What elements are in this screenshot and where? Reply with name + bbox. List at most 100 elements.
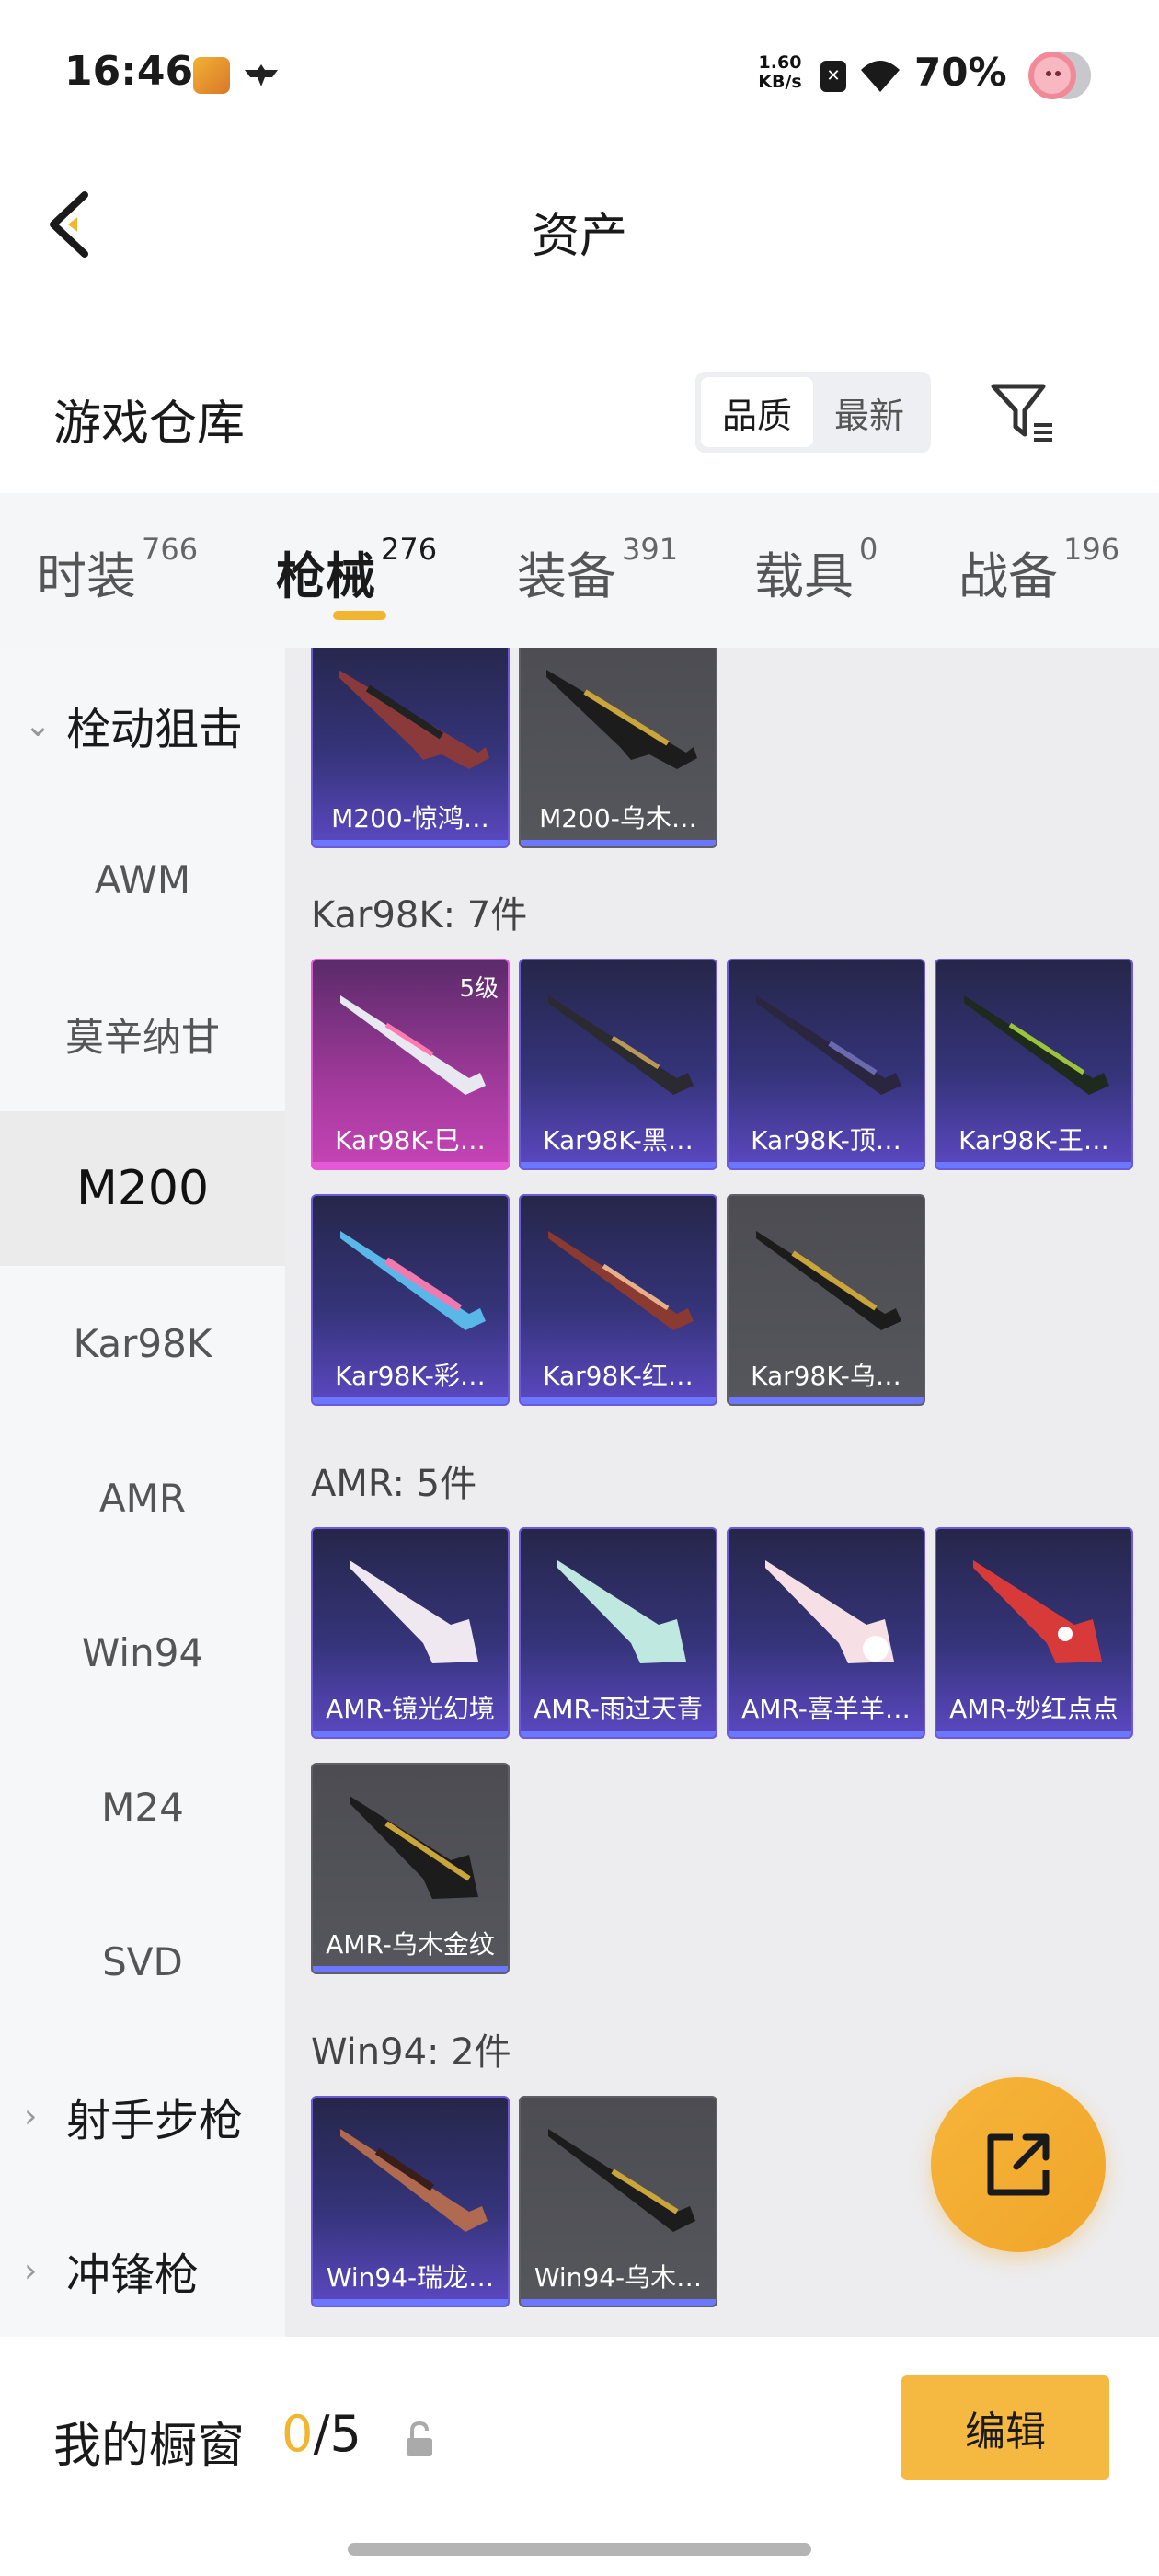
battery-level: 70% xyxy=(914,50,1007,95)
weapon-card[interactable]: M200-惊鸿… xyxy=(311,648,510,848)
weapon-name: Kar98K-黑… xyxy=(543,1125,694,1156)
rifle-icon xyxy=(546,670,697,769)
chevron-right-icon: › xyxy=(24,2251,38,2290)
sidebar-group-label: 冲锋枪 xyxy=(66,2249,200,2301)
chevron-down-icon: ⌄ xyxy=(24,706,52,744)
sort-toggle: 品质 最新 xyxy=(695,372,931,453)
rarity-bar xyxy=(729,1397,924,1404)
sidebar-group-bolt-action[interactable]: ⌄ 栓动狙击 xyxy=(0,648,285,802)
weapon-name: M200-惊鸿… xyxy=(331,803,489,834)
rarity-bar xyxy=(521,1162,716,1168)
page-title: 资产 xyxy=(531,209,627,264)
warehouse-title: 游戏仓库 xyxy=(53,397,246,452)
no-sim-icon: ✕ xyxy=(820,61,846,92)
network-speed-value: 1.60 xyxy=(758,52,802,73)
tab-equipment[interactable]: 装备 391 xyxy=(517,532,678,609)
weapon-name: Kar98K-乌… xyxy=(751,1361,901,1391)
weapon-card[interactable]: Kar98K-王… xyxy=(935,959,1133,1170)
tab-count: 196 xyxy=(1063,532,1120,567)
showcase-panel: 我的橱窗 0/5 编辑 xyxy=(0,2337,1159,2576)
weapon-card[interactable]: AMR-喜羊羊… xyxy=(727,1527,925,1739)
edit-button[interactable]: 编辑 xyxy=(901,2375,1109,2480)
sidebar-item-mosin[interactable]: 莫辛纳甘 xyxy=(0,957,285,1111)
wifi-icon xyxy=(861,61,900,92)
tab-count: 276 xyxy=(381,532,438,567)
rarity-bar xyxy=(313,1162,508,1168)
weapon-name: AMR-镜光幻境 xyxy=(326,1694,495,1724)
tab-count: 766 xyxy=(142,532,199,567)
tab-label: 载具 xyxy=(754,547,854,605)
filter-icon[interactable] xyxy=(988,379,1056,447)
weapon-card[interactable]: Kar98K-红… xyxy=(519,1194,717,1406)
rarity-bar xyxy=(521,1731,716,1737)
rifle-icon xyxy=(548,995,694,1095)
rifle-icon xyxy=(350,1796,478,1899)
tab-label: 枪械 xyxy=(276,547,375,605)
weapon-card[interactable]: AMR-乌木金纹 xyxy=(311,1763,510,1974)
weapon-card[interactable]: AMR-雨过天青 xyxy=(519,1527,717,1739)
section-title-win94: Win94: 2件 xyxy=(311,2031,511,2074)
rarity-bar xyxy=(521,1397,716,1404)
sidebar-item-svd[interactable]: SVD xyxy=(0,1884,285,2039)
rarity-bar xyxy=(521,840,716,846)
showcase-total: /5 xyxy=(313,2405,361,2463)
rarity-bar xyxy=(729,1731,924,1737)
weapon-card[interactable]: Kar98K-顶… xyxy=(727,959,925,1170)
sort-newest-option[interactable]: 最新 xyxy=(813,377,925,447)
tab-count: 0 xyxy=(859,532,878,567)
tab-vehicles[interactable]: 载具 0 xyxy=(754,532,878,609)
weapon-card[interactable]: Win94-瑞龙… xyxy=(311,2096,510,2307)
weapon-name: Kar98K-巳… xyxy=(335,1125,486,1156)
rarity-bar xyxy=(313,1966,508,1972)
share-external-icon xyxy=(987,2133,1050,2196)
network-speed: 1.60 KB/s xyxy=(754,53,806,92)
weapon-name: Kar98K-顶… xyxy=(751,1125,901,1156)
weapon-name: AMR-雨过天青 xyxy=(534,1694,703,1724)
pig-avatar-icon xyxy=(1028,52,1091,99)
tab-fashion[interactable]: 时装 766 xyxy=(37,532,199,609)
sidebar-item-amr[interactable]: AMR xyxy=(0,1420,285,1575)
sidebar-group-marksman[interactable]: › 射手步枪 xyxy=(0,2039,285,2193)
weapon-card[interactable]: AMR-镜光幻境 xyxy=(311,1527,510,1739)
tab-label: 战备 xyxy=(958,547,1058,605)
sort-quality-option[interactable]: 品质 xyxy=(701,377,813,447)
rifle-icon xyxy=(548,2129,695,2232)
rifle-icon xyxy=(557,1560,686,1663)
sidebar-item-kar98k[interactable]: Kar98K xyxy=(0,1266,285,1420)
weapon-name: Win94-瑞龙… xyxy=(326,2262,495,2293)
weapon-card[interactable]: Win94-乌木… xyxy=(519,2096,717,2307)
sidebar-item-win94[interactable]: Win94 xyxy=(0,1575,285,1730)
rarity-bar xyxy=(936,1731,1131,1737)
tab-firearms[interactable]: 枪械 276 xyxy=(276,532,438,609)
weapon-name: Kar98K-红… xyxy=(543,1361,694,1391)
weapon-card[interactable]: 5级 Kar98K-巳… xyxy=(311,959,510,1170)
rarity-bar xyxy=(936,1162,1131,1168)
home-indicator[interactable] xyxy=(348,2543,811,2556)
section-title-kar98k: Kar98K: 7件 xyxy=(311,894,528,937)
weapon-card[interactable]: Kar98K-彩… xyxy=(311,1194,510,1406)
sidebar-group-label: 栓动狙击 xyxy=(66,704,244,755)
weapon-card[interactable]: AMR-妙红点点 xyxy=(935,1527,1133,1739)
category-tabs: 时装 766 枪械 276 装备 391 载具 0 战备 196 xyxy=(0,493,1159,648)
weapon-name: AMR-妙红点点 xyxy=(949,1694,1119,1724)
weapon-card[interactable]: Kar98K-乌… xyxy=(727,1194,925,1406)
rifle-icon xyxy=(548,1231,694,1330)
weapon-name: AMR-乌木金纹 xyxy=(326,1929,495,1960)
weapon-card[interactable]: Kar98K-黑… xyxy=(519,959,717,1170)
active-tab-indicator xyxy=(333,611,386,620)
sidebar-item-awm[interactable]: AWM xyxy=(0,802,285,957)
rifle-icon xyxy=(339,670,489,769)
sidebar-item-m24[interactable]: M24 xyxy=(0,1730,285,1884)
rifle-icon xyxy=(964,995,1109,1095)
rifle-icon xyxy=(756,995,901,1095)
share-fab[interactable] xyxy=(931,2077,1106,2252)
sidebar-group-smg[interactable]: › 冲锋枪 xyxy=(0,2193,285,2348)
weapon-sidebar: ⌄ 栓动狙击 AWM 莫辛纳甘 M200 Kar98K AMR Win94 M2… xyxy=(0,648,285,2340)
tab-gear[interactable]: 战备 196 xyxy=(958,532,1120,609)
weapon-name: Kar98K-彩… xyxy=(335,1361,486,1391)
sidebar-item-m200[interactable]: M200 xyxy=(0,1111,285,1266)
weapon-card[interactable]: M200-乌木… xyxy=(519,648,717,848)
tab-label: 时装 xyxy=(37,547,136,605)
rifle-icon xyxy=(340,995,486,1095)
weapon-name: M200-乌木… xyxy=(539,803,697,834)
